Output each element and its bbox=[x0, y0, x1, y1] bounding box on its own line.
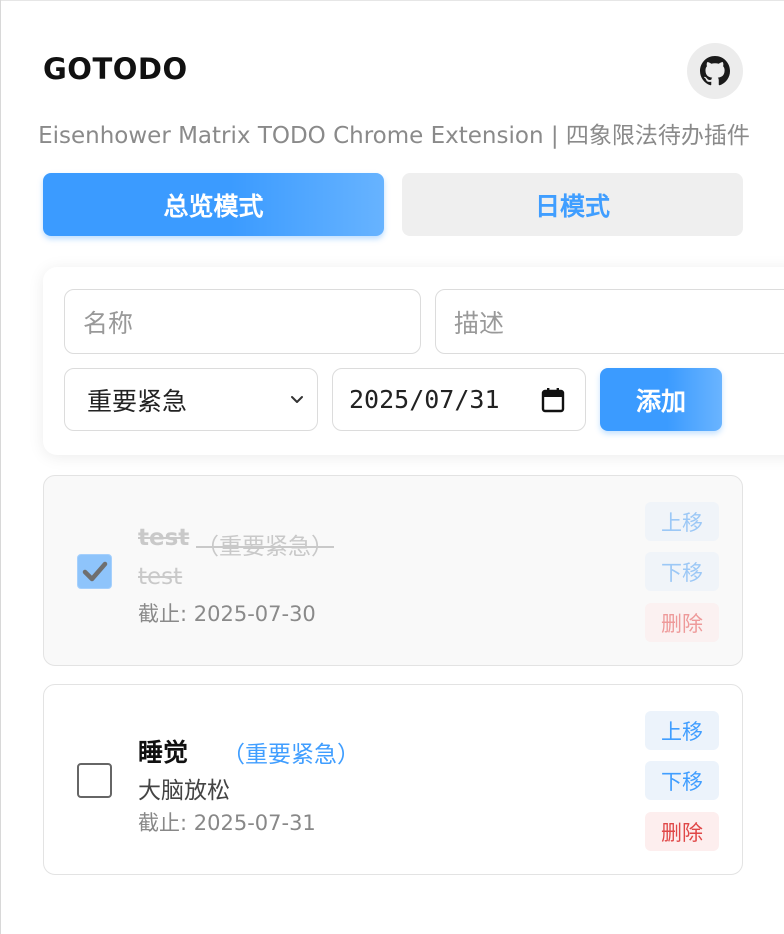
calendar-icon[interactable] bbox=[541, 387, 565, 413]
delete-button[interactable]: 删除 bbox=[645, 812, 719, 851]
github-icon bbox=[700, 56, 730, 86]
priority-select-value: 重要紧急 bbox=[87, 386, 188, 416]
deadline-date-input[interactable]: 2025/07/31 bbox=[332, 368, 586, 431]
check-icon bbox=[82, 561, 108, 582]
description-input-placeholder: 描述 bbox=[454, 308, 505, 338]
move-up-button[interactable]: 上移 bbox=[645, 711, 719, 750]
todo-item: 睡觉 （重要紧急） 大脑放松 截止: 2025-07-31 上移 下移 删除 bbox=[43, 684, 743, 875]
todo-checkbox[interactable] bbox=[77, 763, 112, 798]
day-mode-button[interactable]: 日模式 bbox=[402, 173, 743, 236]
name-input[interactable]: 名称 bbox=[64, 289, 421, 354]
todo-priority: （重要紧急） bbox=[222, 742, 360, 768]
todo-description: test bbox=[138, 564, 183, 590]
window-top-border bbox=[0, 0, 784, 1]
add-todo-button[interactable]: 添加 bbox=[600, 368, 722, 431]
todo-item: test （重要紧急） test 截止: 2025-07-30 上移 下移 删除 bbox=[43, 475, 743, 666]
todo-deadline: 截止: 2025-07-31 bbox=[138, 811, 316, 835]
priority-select[interactable]: 重要紧急 bbox=[64, 368, 318, 431]
overview-mode-button[interactable]: 总览模式 bbox=[43, 173, 384, 236]
app-title: GOTODO bbox=[43, 52, 188, 86]
name-input-placeholder: 名称 bbox=[83, 308, 134, 338]
chevron-down-icon bbox=[291, 396, 303, 403]
todo-priority: （重要紧急） bbox=[196, 534, 334, 560]
todo-name: 睡觉 bbox=[138, 738, 189, 767]
todo-name: test bbox=[138, 525, 190, 551]
todo-deadline: 截止: 2025-07-30 bbox=[138, 602, 316, 626]
move-down-button[interactable]: 下移 bbox=[645, 552, 719, 591]
todo-checkbox[interactable] bbox=[77, 554, 112, 589]
description-input[interactable]: 描述 bbox=[435, 289, 784, 354]
deadline-date-value: 2025/07/31 bbox=[349, 385, 500, 414]
move-down-button[interactable]: 下移 bbox=[645, 761, 719, 800]
github-link-button[interactable] bbox=[687, 43, 743, 99]
delete-button[interactable]: 删除 bbox=[645, 603, 719, 642]
move-up-button[interactable]: 上移 bbox=[645, 502, 719, 541]
app-subtitle: Eisenhower Matrix TODO Chrome Extension … bbox=[38, 123, 750, 149]
todo-description: 大脑放松 bbox=[138, 778, 230, 804]
